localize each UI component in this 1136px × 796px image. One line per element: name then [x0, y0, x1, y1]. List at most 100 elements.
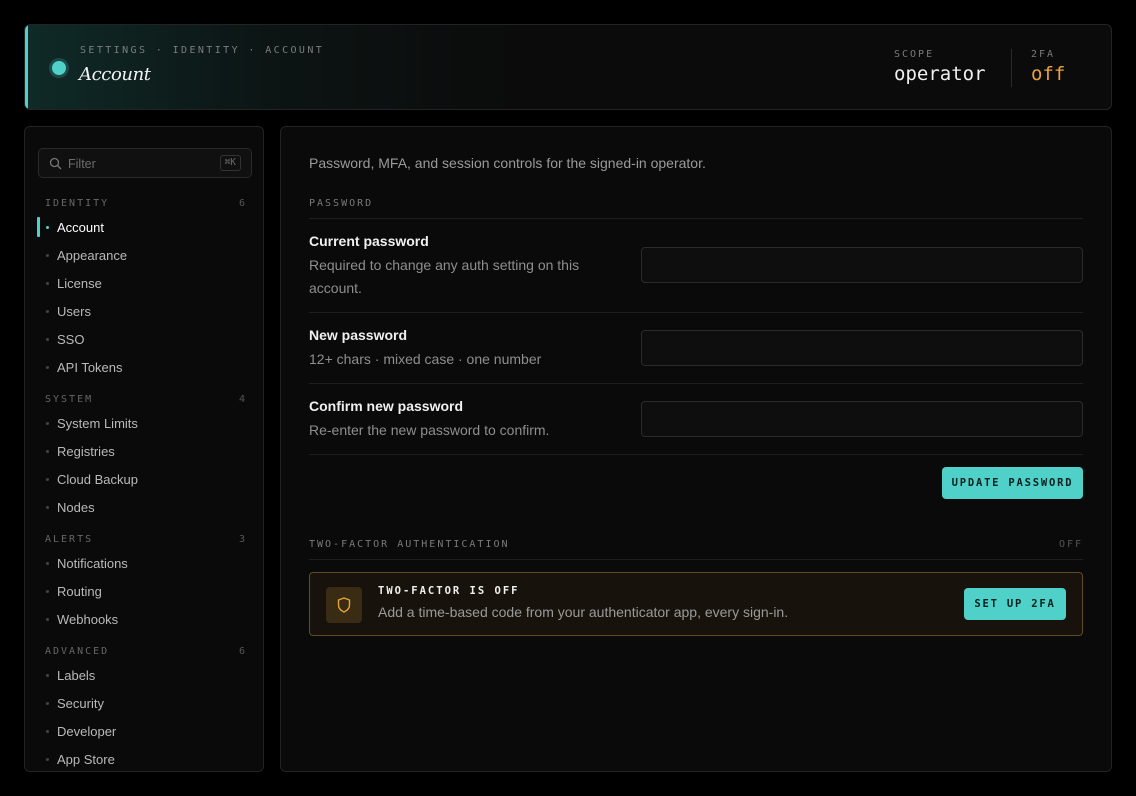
bullet-icon — [46, 282, 49, 285]
bullet-icon — [46, 590, 49, 593]
shield-icon — [326, 587, 362, 623]
group-label: IDENTITY — [45, 198, 110, 209]
sidebar-item-labels[interactable]: Labels — [45, 665, 245, 687]
filter-input[interactable] — [68, 155, 198, 173]
page-header: SETTINGS · IDENTITY · ACCOUNT Account SC… — [24, 24, 1112, 110]
section-label: PASSWORD — [309, 198, 374, 209]
new-password-label: New password — [309, 327, 408, 343]
group-label: SYSTEM — [45, 394, 94, 405]
sidebar-item-appearance[interactable]: Appearance — [45, 245, 245, 267]
bullet-icon — [46, 338, 49, 341]
divider — [309, 312, 1083, 313]
bullet-icon — [46, 758, 49, 761]
sidebar-item-label: App Store — [57, 752, 115, 767]
section-label: TWO-FACTOR AUTHENTICATION — [309, 539, 510, 550]
sidebar-item-notifications[interactable]: Notifications — [45, 553, 245, 575]
sidebar: ⌘K IDENTITY 6 Account Appearance License… — [24, 126, 264, 772]
confirm-password-help: Re-enter the new password to confirm. — [309, 422, 550, 438]
filter-shortcut: ⌘K — [219, 155, 241, 171]
sidebar-group-alerts: ALERTS 3 — [45, 534, 245, 545]
confirm-password-input[interactable] — [641, 401, 1083, 437]
twofa-label: 2FA — [1031, 49, 1056, 60]
current-password-help: Required to change any auth setting on t… — [309, 257, 580, 296]
main-panel: Password, MFA, and session controls for … — [280, 126, 1112, 772]
setup-2fa-button[interactable]: SET UP 2FA — [964, 588, 1066, 620]
bullet-icon — [46, 366, 49, 369]
sidebar-item-label: Notifications — [57, 556, 128, 571]
sidebar-item-label: Webhooks — [57, 612, 119, 627]
scope-indicator: SCOPE operator — [894, 49, 986, 85]
sidebar-item-label: Labels — [57, 668, 96, 683]
bullet-icon — [46, 702, 49, 705]
page-description: Password, MFA, and session controls for … — [309, 155, 706, 171]
bullet-icon — [46, 422, 49, 425]
current-password-input[interactable] — [641, 247, 1083, 283]
divider — [309, 454, 1083, 455]
current-password-label: Current password — [309, 233, 429, 249]
bullet-icon — [46, 310, 49, 313]
sidebar-item-label: Nodes — [57, 500, 95, 515]
sidebar-item-label: SSO — [57, 332, 85, 347]
sidebar-item-nodes[interactable]: Nodes — [45, 497, 245, 519]
group-label: ALERTS — [45, 534, 94, 545]
divider — [309, 218, 1083, 219]
sidebar-item-label: Appearance — [57, 248, 128, 263]
sidebar-group-advanced: ADVANCED 6 — [45, 646, 245, 657]
sidebar-item-license[interactable]: License — [45, 273, 245, 295]
bullet-icon — [46, 226, 49, 229]
twofa-section-status: OFF — [1058, 539, 1083, 550]
sidebar-item-label: Users — [57, 304, 91, 319]
sidebar-item-cloud-backup[interactable]: Cloud Backup — [45, 469, 245, 491]
group-count: 4 — [238, 394, 245, 405]
twofa-callout: TWO-FACTOR IS OFF Add a time-based code … — [309, 572, 1083, 636]
sidebar-item-developer[interactable]: Developer — [45, 721, 245, 743]
sidebar-item-app-store[interactable]: App Store — [45, 749, 245, 771]
sidebar-group-identity: IDENTITY 6 — [45, 198, 245, 209]
new-password-help: 12+ chars · mixed case · one number — [309, 351, 542, 367]
bullet-icon — [46, 506, 49, 509]
header-divider — [1011, 49, 1012, 87]
sidebar-group-system: SYSTEM 4 — [45, 394, 245, 405]
sidebar-item-webhooks[interactable]: Webhooks — [45, 609, 245, 631]
page-title: Account — [79, 64, 151, 85]
bullet-icon — [46, 562, 49, 565]
sidebar-item-system-limits[interactable]: System Limits — [45, 413, 245, 435]
sidebar-item-label: Registries — [57, 444, 115, 459]
twofa-section-heading: TWO-FACTOR AUTHENTICATION OFF — [309, 539, 1083, 550]
filter-box[interactable]: ⌘K — [38, 148, 252, 178]
group-label: ADVANCED — [45, 646, 110, 657]
group-count: 3 — [238, 534, 245, 545]
sidebar-item-label: System Limits — [57, 416, 138, 431]
sidebar-item-label: Account — [57, 220, 104, 235]
sidebar-item-registries[interactable]: Registries — [45, 441, 245, 463]
scope-label: SCOPE — [894, 49, 935, 60]
group-count: 6 — [238, 198, 245, 209]
bullet-icon — [46, 730, 49, 733]
sidebar-item-label: Routing — [57, 584, 102, 599]
sidebar-item-api-tokens[interactable]: API Tokens — [45, 357, 245, 379]
update-password-button[interactable]: UPDATE PASSWORD — [942, 467, 1083, 499]
bullet-icon — [46, 450, 49, 453]
bullet-icon — [46, 254, 49, 257]
sidebar-item-label: Security — [57, 696, 104, 711]
password-section-heading: PASSWORD — [309, 198, 1083, 209]
sidebar-item-label: Cloud Backup — [57, 472, 138, 487]
new-password-input[interactable] — [641, 330, 1083, 366]
breadcrumb: SETTINGS · IDENTITY · ACCOUNT — [80, 45, 325, 56]
sidebar-item-routing[interactable]: Routing — [45, 581, 245, 603]
sidebar-item-account[interactable]: Account — [37, 217, 245, 239]
sidebar-item-label: Developer — [57, 724, 117, 739]
bullet-icon — [46, 618, 49, 621]
twofa-value: off — [1031, 63, 1066, 85]
twofa-callout-title: TWO-FACTOR IS OFF — [378, 585, 520, 597]
sidebar-item-label: License — [57, 276, 102, 291]
sidebar-item-label: API Tokens — [57, 360, 123, 375]
header-accent-bar — [25, 25, 28, 109]
bullet-icon — [46, 674, 49, 677]
sidebar-item-security[interactable]: Security — [45, 693, 245, 715]
bullet-icon — [46, 478, 49, 481]
scope-value: operator — [894, 63, 986, 85]
confirm-password-label: Confirm new password — [309, 398, 464, 414]
sidebar-item-sso[interactable]: SSO — [45, 329, 245, 351]
sidebar-item-users[interactable]: Users — [45, 301, 245, 323]
